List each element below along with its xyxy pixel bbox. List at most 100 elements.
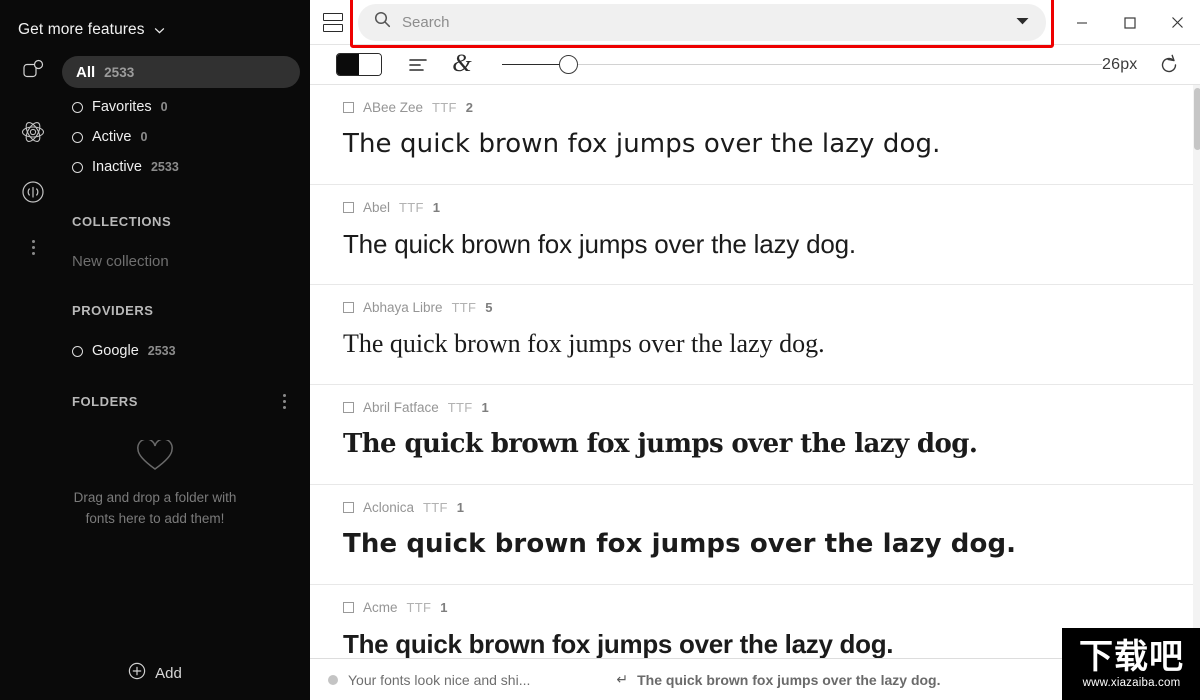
- radio-icon: [72, 131, 83, 143]
- sidebar-item-active-label: Active: [92, 129, 132, 145]
- font-name: ABee Zee: [363, 99, 424, 115]
- font-style-count: 1: [481, 399, 489, 415]
- slider-handle[interactable]: [559, 54, 578, 74]
- status-text: Your fonts look nice and shi...: [348, 671, 531, 688]
- font-row-header: Abril Fatface TTF 1: [343, 398, 1200, 416]
- slider-track-empty: [568, 63, 1102, 65]
- collections-heading: COLLECTIONS: [72, 214, 172, 229]
- providers-heading: PROVIDERS: [72, 303, 154, 318]
- font-row[interactable]: Aclonica TTF 1 The quick brown fox jumps…: [310, 485, 1200, 585]
- sidebar-item-active[interactable]: Active 0: [62, 122, 310, 152]
- font-row-checkbox[interactable]: [343, 501, 354, 513]
- title-bar: [310, 0, 1200, 48]
- more-vertical-icon[interactable]: [283, 394, 286, 409]
- sidebar-item-inactive-label: Inactive: [92, 159, 142, 175]
- sidebar-item-google-count: 2533: [147, 344, 176, 358]
- font-sample-text: The quick brown fox jumps over the lazy …: [343, 329, 825, 358]
- sidebar-item-google-label: Google: [92, 343, 139, 359]
- sidebar-item-active-count: 0: [140, 130, 148, 144]
- font-row[interactable]: Abril Fatface TTF 1 The quick brown fox …: [310, 385, 1200, 485]
- font-sample-text: The quick brown fox jumps over the lazy …: [343, 429, 978, 459]
- preview-toolbar: & 26px: [310, 45, 1200, 85]
- font-name: Abel: [363, 199, 391, 215]
- font-style-count: 5: [485, 299, 493, 315]
- sidebar-nav: All 2533 Favorites 0 Active 0 Inactive 2…: [0, 56, 310, 409]
- chevron-down-icon: [153, 24, 166, 37]
- list-view-icon[interactable]: [310, 0, 356, 45]
- font-size-value: 26px: [1102, 55, 1138, 73]
- toggle-white-half: [359, 54, 381, 75]
- radio-icon: [72, 345, 83, 357]
- folders-heading: FOLDERS: [72, 394, 138, 409]
- scrollbar-thumb[interactable]: [1193, 88, 1200, 150]
- font-style-count: 1: [456, 499, 464, 515]
- sidebar-item-all-count: 2533: [104, 64, 135, 80]
- ampersand-glyph: &: [452, 50, 472, 77]
- font-row-header: ABee Zee TTF 2: [343, 98, 1200, 116]
- window-controls: [1058, 0, 1200, 45]
- font-sample-text: The quick brown fox jumps over the lazy …: [343, 529, 1017, 559]
- reset-arrow-icon[interactable]: [1152, 45, 1186, 85]
- plus-circle-icon: [128, 662, 146, 685]
- preview-text-field[interactable]: ↵ The quick brown fox jumps over the laz…: [616, 671, 940, 688]
- search-icon: [374, 11, 391, 33]
- font-row-header: Abel TTF 1: [343, 198, 1200, 216]
- font-name: Abril Fatface: [363, 399, 439, 415]
- font-name: Acme: [363, 599, 398, 615]
- status-message: Your fonts look nice and shi...: [328, 672, 530, 688]
- black-white-toggle[interactable]: [336, 53, 382, 76]
- font-format: TTF: [406, 599, 432, 615]
- font-format: TTF: [451, 299, 477, 315]
- caret-down-icon[interactable]: [1015, 13, 1030, 31]
- watermark-text: 下载吧: [1079, 637, 1184, 677]
- sidebar-item-all[interactable]: All 2533: [62, 56, 300, 88]
- new-collection-item[interactable]: New collection: [62, 253, 310, 270]
- search-input[interactable]: [402, 13, 1004, 31]
- get-more-features-label: Get more features: [18, 20, 145, 38]
- maximize-icon[interactable]: [1106, 0, 1154, 45]
- sidebar-item-inactive[interactable]: Inactive 2533: [62, 152, 310, 182]
- get-more-features-button[interactable]: Get more features: [0, 0, 310, 46]
- font-style-count: 1: [440, 599, 448, 615]
- font-row-header: Aclonica TTF 1: [343, 498, 1200, 516]
- search-box[interactable]: [358, 3, 1046, 41]
- add-button-label: Add: [155, 664, 182, 682]
- font-sample-text: The quick brown fox jumps over the lazy …: [343, 129, 941, 159]
- font-style-count: 1: [432, 199, 440, 215]
- sidebar-item-favorites[interactable]: Favorites 0: [62, 92, 310, 122]
- font-size-slider[interactable]: [502, 45, 1102, 85]
- add-button[interactable]: Add: [0, 646, 310, 700]
- sidebar-item-inactive-count: 2533: [150, 160, 179, 174]
- site-watermark: 下载吧 www.xiazaiba.com: [1061, 628, 1200, 700]
- ampersand-icon[interactable]: &: [442, 45, 482, 85]
- application-window: Get more features All 2533 Favorites 0 A…: [0, 0, 1200, 700]
- font-sample-text: The quick brown fox jumps over the lazy …: [343, 229, 856, 259]
- font-row[interactable]: ABee Zee TTF 2 The quick brown fox jumps…: [310, 85, 1200, 185]
- font-row-checkbox[interactable]: [343, 101, 354, 113]
- status-dot-icon: [328, 674, 338, 685]
- font-row-checkbox[interactable]: [343, 301, 354, 313]
- folder-dropzone[interactable]: Drag and drop a folder with fonts here t…: [0, 438, 310, 529]
- font-row-header: Abhaya Libre TTF 5: [343, 298, 1200, 316]
- vertical-scrollbar[interactable]: [1192, 85, 1200, 658]
- folder-dropzone-text: Drag and drop a folder with fonts here t…: [73, 490, 237, 526]
- font-row-header: Acme TTF 1: [343, 598, 1200, 616]
- sidebar-item-google[interactable]: Google 2533: [62, 336, 310, 366]
- sidebar-item-all-label: All: [76, 63, 96, 81]
- font-format: TTF: [447, 399, 473, 415]
- toggle-black-half: [337, 54, 359, 75]
- minimize-icon[interactable]: [1058, 0, 1106, 45]
- font-row[interactable]: Abhaya Libre TTF 5 The quick brown fox j…: [310, 285, 1200, 385]
- radio-icon: [72, 101, 83, 113]
- font-row-checkbox[interactable]: [343, 601, 354, 613]
- font-row-checkbox[interactable]: [343, 401, 354, 413]
- text-align-left-icon[interactable]: [398, 45, 438, 85]
- font-row[interactable]: Abel TTF 1 The quick brown fox jumps ove…: [310, 185, 1200, 285]
- font-list[interactable]: ABee Zee TTF 2 The quick brown fox jumps…: [310, 85, 1200, 658]
- font-row-checkbox[interactable]: [343, 201, 354, 213]
- search-container: [350, 0, 1054, 48]
- font-name: Abhaya Libre: [363, 299, 443, 315]
- sidebar-item-favorites-count: 0: [160, 100, 168, 114]
- close-icon[interactable]: [1154, 0, 1200, 45]
- folders-heading-row: FOLDERS: [62, 394, 300, 409]
